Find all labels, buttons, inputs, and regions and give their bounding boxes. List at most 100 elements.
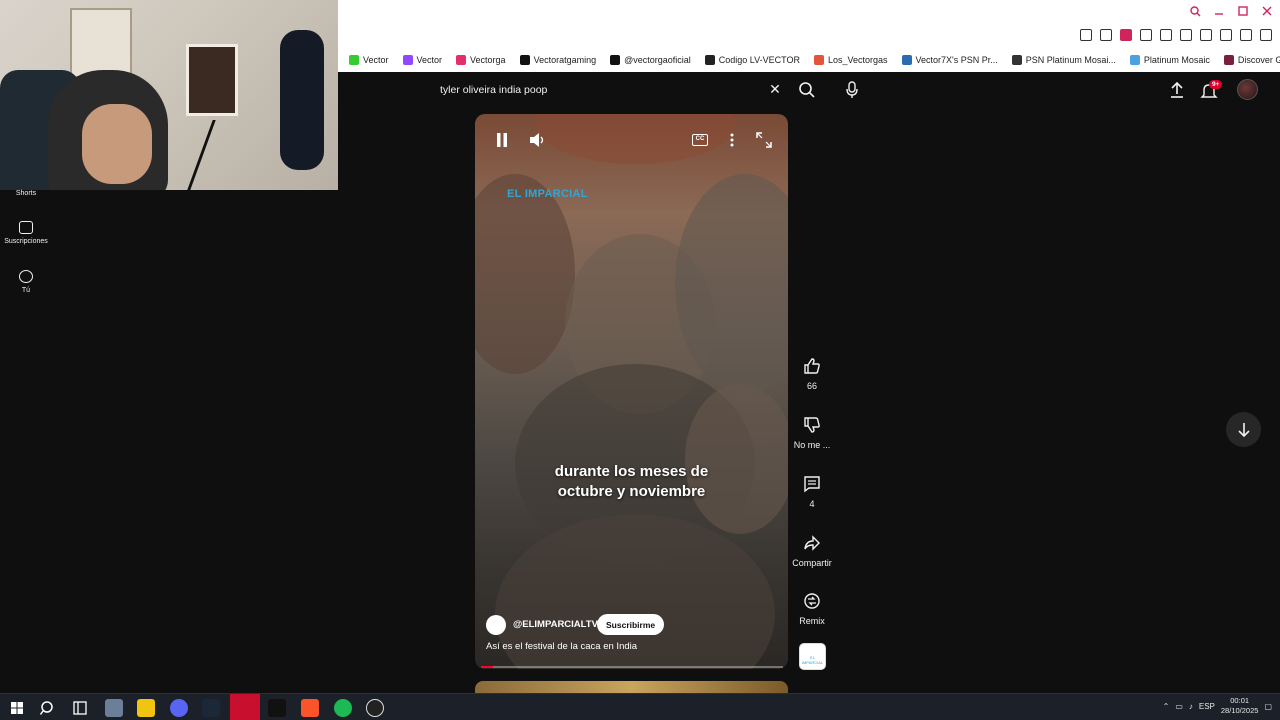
bookmarks-bar: Vector Vector Vectorga Vectoratgaming @v… [338, 48, 1280, 72]
search-input[interactable]: tyler oliveira india poop [430, 78, 794, 102]
thumbs-up-icon [804, 358, 820, 374]
active-app-icon[interactable] [230, 694, 260, 720]
bookmark[interactable]: Vector [342, 55, 396, 65]
search-icon[interactable] [39, 699, 57, 717]
bookmark[interactable]: PSN Platinum Mosai... [1005, 55, 1123, 65]
pocket-icon[interactable] [1120, 29, 1132, 41]
app-icon[interactable] [268, 699, 286, 717]
crowd-shape [475, 174, 575, 374]
bookmark[interactable]: Vector7X's PSN Pr... [895, 55, 1005, 65]
steam-icon[interactable] [202, 699, 220, 717]
pin-icon[interactable] [1080, 29, 1092, 41]
sidebar-item-shorts[interactable]: Shorts [0, 190, 52, 197]
search-icon[interactable] [1188, 4, 1202, 18]
spotify-icon[interactable] [334, 699, 352, 717]
task-view-icon[interactable] [71, 699, 89, 717]
comments-button[interactable]: 4 [790, 475, 834, 509]
screenshot-icon[interactable] [1100, 29, 1112, 41]
channel-name[interactable]: @ELIMPARCIALTV [513, 619, 598, 630]
sidebar-item-subscriptions[interactable]: Suscripciones [0, 221, 52, 245]
download-icon[interactable] [1240, 29, 1252, 41]
sidebar-item-label: Tú [21, 287, 31, 294]
comment-count: 4 [809, 499, 815, 509]
language-indicator[interactable]: ESP [1199, 702, 1215, 711]
volume-icon[interactable] [529, 132, 547, 148]
app-icon[interactable] [105, 699, 123, 717]
clock-date: 28/10/2025 [1220, 706, 1259, 715]
next-short-preview[interactable] [475, 681, 788, 693]
video-progress-bar[interactable] [481, 666, 783, 668]
share-button[interactable]: Compartir [790, 534, 834, 568]
brave-icon[interactable] [301, 699, 319, 717]
bookmark-label: PSN Platinum Mosai... [1025, 55, 1116, 65]
clear-search-icon[interactable]: ✕ [768, 82, 782, 96]
dislike-button[interactable]: No me ... [790, 416, 834, 450]
wall-poster [186, 44, 238, 116]
chevron-up-icon[interactable]: ⌃ [1163, 702, 1170, 711]
dislike-label: No me ... [793, 440, 831, 450]
windows-start-icon[interactable] [8, 699, 26, 717]
microphone-icon[interactable] [845, 81, 859, 99]
audio-source-thumbnail[interactable]: EL IMPARCIAL [799, 643, 826, 670]
video-progress-fill [481, 666, 494, 668]
bookmark[interactable]: Discover Games -... [1217, 55, 1280, 65]
minimize-icon[interactable] [1212, 4, 1226, 18]
fullscreen-icon[interactable] [756, 132, 772, 148]
next-short-button[interactable] [1226, 412, 1261, 447]
account-avatar[interactable] [1237, 79, 1258, 100]
subtitle-line: durante los meses de [554, 463, 709, 480]
remix-button[interactable]: Remix [790, 592, 834, 626]
maximize-icon[interactable] [1236, 4, 1250, 18]
notifications-icon[interactable]: ▢ [1264, 702, 1272, 711]
more-options-icon[interactable] [729, 132, 735, 148]
extensions-icon[interactable] [1200, 29, 1212, 41]
volume-icon[interactable]: ♪ [1189, 702, 1193, 711]
menu-icon[interactable] [1260, 29, 1272, 41]
sidebar-item-label: Suscripciones [4, 238, 48, 245]
arrow-down-icon [1237, 422, 1250, 437]
file-explorer-icon[interactable] [137, 699, 155, 717]
bookmark[interactable]: Vectorga [449, 55, 513, 65]
bookmark-favicon-icon [813, 55, 824, 65]
subscribe-button[interactable]: Suscribirme [597, 614, 665, 635]
search-query: tyler oliveira india poop [440, 84, 548, 96]
search-icon[interactable] [798, 81, 816, 99]
video-watermark: EL IMPARCIAL [507, 188, 588, 200]
like-button[interactable]: 66 [790, 357, 834, 391]
bookmark[interactable]: @vectorgaoficial [603, 55, 698, 65]
bookmark-label: @vectorgaoficial [624, 55, 691, 65]
video-title[interactable]: Así es el festival de la caca en India [486, 641, 637, 652]
captions-icon[interactable]: CC [692, 134, 708, 146]
bookmark[interactable]: Vectoratgaming [513, 55, 604, 65]
pause-icon[interactable] [495, 132, 509, 148]
bookmark-favicon-icon [402, 55, 413, 65]
network-icon[interactable]: ▭ [1175, 702, 1183, 711]
thumbnail-watermark: EL IMPARCIAL [801, 655, 824, 665]
close-window-icon[interactable] [1260, 4, 1274, 18]
obs-icon[interactable] [366, 699, 384, 717]
remix-label: Remix [799, 616, 825, 626]
bookmark-label: Codigo LV-VECTOR [718, 55, 800, 65]
screen: Vector Vector Vectorga Vectoratgaming @v… [0, 0, 1280, 720]
youtube-sidebar: Shorts Suscripciones Tú [0, 190, 60, 690]
bookmark-favicon-icon [704, 55, 715, 65]
channel-avatar[interactable] [486, 615, 506, 635]
profile-icon[interactable] [1220, 29, 1232, 41]
bookmark[interactable]: Los_Vectorgas [807, 55, 895, 65]
bookmark[interactable]: Platinum Mosaic [1123, 55, 1217, 65]
clock[interactable]: 00:01 28/10/2025 [1221, 696, 1259, 716]
sidebar-icon[interactable] [1180, 29, 1192, 41]
thumbs-down-icon [804, 417, 820, 433]
upload-icon[interactable] [1168, 80, 1186, 100]
heart-icon[interactable] [1160, 29, 1172, 41]
shorts-video-player[interactable]: EL IMPARCIAL CC durante los meses de oct… [475, 114, 788, 669]
discord-icon[interactable] [170, 699, 188, 717]
sidebar-item-label: Shorts [15, 190, 37, 197]
play-icon[interactable] [1140, 29, 1152, 41]
bookmark[interactable]: Vector [396, 55, 450, 65]
browser-titlebar [338, 0, 1280, 26]
sidebar-item-you[interactable]: Tú [0, 270, 52, 294]
bookmark[interactable]: Codigo LV-VECTOR [698, 55, 807, 65]
share-icon [804, 535, 820, 551]
bookmark-favicon-icon [519, 55, 530, 65]
